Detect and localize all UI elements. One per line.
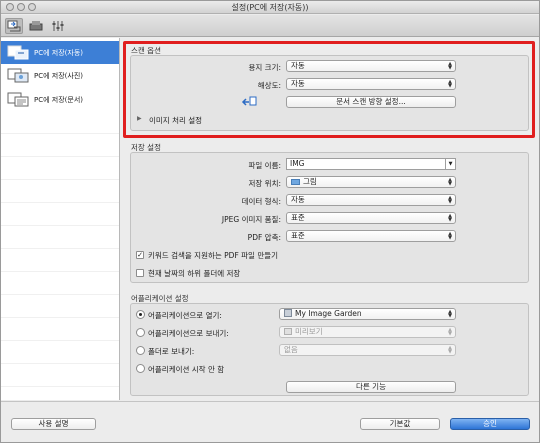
settings-window: 설정(PC에 저장(자동)) PC에 저장(자동) PC에 저장(사진) PC에… [0,0,540,443]
sidebar-empty-row [1,157,119,180]
sidebar-empty-row [1,134,119,157]
send-to-app-label: 어플리케이션으로 보내기: [148,329,229,338]
send-to-app-select[interactable]: 미리보기 ▲ ▼ [279,326,456,338]
open-with-app-radio[interactable] [136,310,145,319]
keyword-pdf-label: 키워드 검색을 지원하는 PDF 파일 만들기 [148,251,279,260]
pdf-compression-select[interactable]: 표준 ▲ ▼ [286,230,456,242]
updown-arrows-icon: ▲ ▼ [448,309,452,319]
sidebar-item-save-auto[interactable]: PC에 저장(자동) [1,41,119,64]
updown-arrows-icon: ▲ ▼ [448,327,452,337]
pdf-compression-value: 표준 [291,231,305,240]
general-settings-icon [52,21,64,31]
no-app-label: 어플리케이션 시작 안 함 [148,365,225,374]
sidebar-empty-row [1,341,119,364]
save-to-pc-document-icon [6,91,30,109]
save-location-label: 저장 위치: [248,179,281,188]
updown-arrows-icon: ▲ ▼ [448,177,452,187]
jpeg-quality-select[interactable]: 표준 ▲ ▼ [286,212,456,224]
close-window-button[interactable] [6,3,14,11]
scan-from-panel-icon [29,21,43,31]
sidebar-empty-row [1,318,119,341]
send-to-app-radio[interactable] [136,328,145,337]
no-app-radio[interactable] [136,364,145,373]
defaults-button[interactable]: 기본값 [360,418,440,430]
chevron-down-icon[interactable]: ▼ [445,159,455,169]
title-bar: 설정(PC에 저장(자동)) [1,1,539,14]
scan-from-computer-icon [7,20,21,32]
keyword-pdf-checkbox[interactable]: ✓ [136,251,144,259]
filename-label: 파일 이름: [248,161,281,170]
open-with-app-label: 어플리케이션으로 열기: [148,311,222,320]
app-settings-group: 어플리케이션으로 열기: My Image Garden ▲ ▼ 어플리케이션으로… [130,303,529,396]
instructions-button[interactable]: 사용 설명 [11,418,96,430]
sidebar-empty-row [1,203,119,226]
open-with-app-value: My Image Garden [295,309,362,318]
highlight-box [123,41,535,138]
sidebar-item-label: PC에 저장(사진) [34,71,83,80]
toolbar [1,15,539,37]
sidebar-item-label: PC에 저장(자동) [34,48,83,57]
folder-icon [291,179,300,185]
send-to-folder-radio[interactable] [136,346,145,355]
settings-panel: 스캔 옵션 용지 크기: 자동 ▲ ▼ 해상도: 자동 ▲ ▼ 문서 스캔 방향 설… [121,38,539,400]
date-subfolder-checkbox[interactable] [136,269,144,277]
general-settings-tab[interactable] [49,18,67,34]
sidebar-item-save-document[interactable]: PC에 저장(문서) [1,88,119,111]
sidebar-item-label: PC에 저장(문서) [34,95,83,104]
footer: 사용 설명 기본값 승인 [1,401,539,442]
date-subfolder-label: 현재 날짜의 하위 폴더에 저장 [148,269,241,278]
scan-from-panel-tab[interactable] [27,18,45,34]
save-to-pc-photo-icon [6,67,30,85]
send-to-folder-value: 없음 [284,345,298,354]
sidebar-empty-row [1,295,119,318]
window-title: 설정(PC에 저장(자동)) [231,3,309,12]
scan-from-computer-tab[interactable] [5,18,23,34]
save-location-value: 그림 [303,177,317,186]
pdf-compression-label: PDF 압축: [247,233,281,242]
ok-button[interactable]: 승인 [450,418,530,430]
sidebar-empty-row [1,249,119,272]
send-to-folder-label: 폴더로 보내기: [148,347,195,356]
jpeg-quality-value: 표준 [291,213,305,222]
send-to-folder-select[interactable]: 없음 ▲ ▼ [279,344,456,356]
open-with-app-select[interactable]: My Image Garden ▲ ▼ [279,308,456,320]
updown-arrows-icon: ▲ ▼ [448,213,452,223]
zoom-window-button[interactable] [28,3,36,11]
jpeg-quality-label: JPEG 이미지 품질: [221,215,281,224]
save-to-pc-icon [6,44,30,62]
save-settings-group: 파일 이름: IMG ▼ 저장 위치: 그림 ▲ ▼ 데이터 형식: 자동 ▲ ▼ … [130,152,529,283]
app-icon [284,309,292,317]
more-functions-button[interactable]: 다른 기능 [286,381,456,393]
data-format-value: 자동 [291,195,305,204]
filename-value: IMG [290,159,305,168]
minimize-window-button[interactable] [17,3,25,11]
updown-arrows-icon: ▲ ▼ [448,195,452,205]
sidebar: PC에 저장(자동) PC에 저장(사진) PC에 저장(문서) [1,38,120,400]
sidebar-empty-row [1,180,119,203]
filename-combobox[interactable]: IMG ▼ [286,158,456,170]
data-format-select[interactable]: 자동 ▲ ▼ [286,194,456,206]
updown-arrows-icon: ▲ ▼ [448,345,452,355]
save-location-select[interactable]: 그림 ▲ ▼ [286,176,456,188]
send-to-app-value: 미리보기 [295,327,323,336]
sidebar-empty-row [1,226,119,249]
preview-app-icon [284,328,292,335]
sidebar-empty-row [1,272,119,295]
data-format-label: 데이터 형식: [241,197,281,206]
sidebar-empty-row [1,111,119,134]
sidebar-empty-row [1,364,119,387]
sidebar-item-save-photo[interactable]: PC에 저장(사진) [1,64,119,87]
updown-arrows-icon: ▲ ▼ [448,231,452,241]
